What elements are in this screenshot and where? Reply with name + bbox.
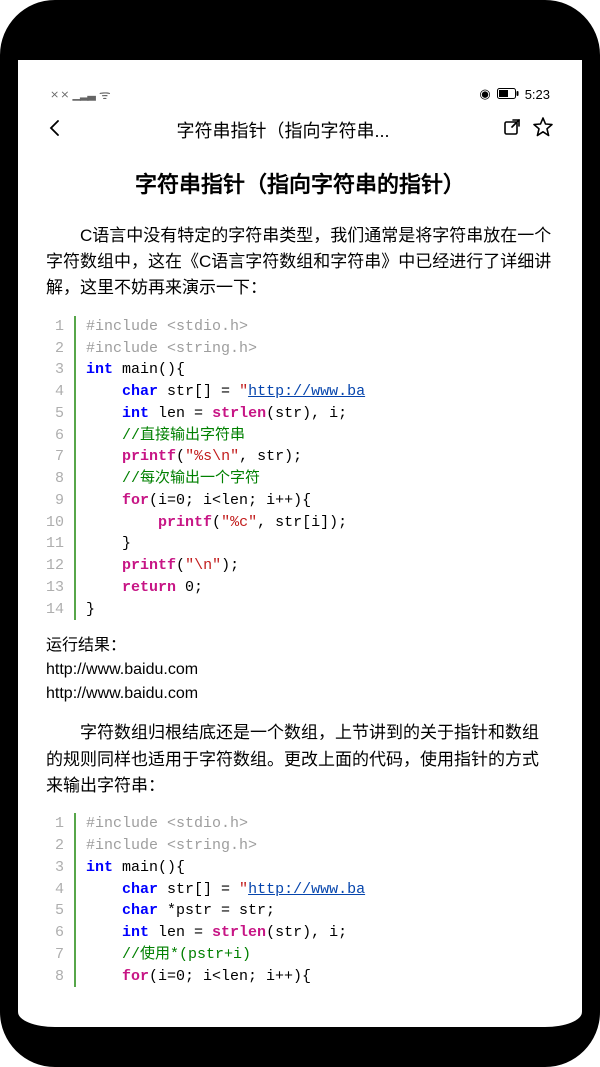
second-paragraph: 字符数组归根结底还是一个数组，上节讲到的关于指针和数组的规则同样也适用于字符数组… (46, 720, 554, 799)
page-title: 字符串指针（指向字符串... (74, 117, 492, 143)
code-block-1: 123 456 789 101112 1314 #include <stdio.… (46, 316, 554, 621)
status-left: ⨯ ⨯ ▁▂▃ ᯤ (50, 85, 111, 103)
screen: ⨯ ⨯ ▁▂▃ ᯤ ◉ 5:23 字符串指针（指向字符串... 字符串指针（指向… (32, 80, 568, 1012)
code-block-2: 123 456 78 #include <stdio.h> #include <… (46, 813, 554, 987)
signal-bars-icon: ▁▂▃ (73, 88, 95, 101)
star-icon[interactable] (532, 116, 554, 144)
result-label: 运行结果： (46, 634, 554, 658)
status-bar: ⨯ ⨯ ▁▂▃ ᯤ ◉ 5:23 (32, 80, 568, 108)
code-body: #include <stdio.h> #include <string.h> i… (76, 813, 554, 987)
header-bar: 字符串指针（指向字符串... (32, 108, 568, 152)
article-title: 字符串指针（指向字符串的指针） (46, 170, 554, 201)
share-icon[interactable] (502, 117, 522, 143)
no-sim-icon: ⨯ ⨯ (50, 88, 69, 101)
line-numbers: 123 456 78 (46, 813, 76, 987)
line-numbers: 123 456 789 101112 1314 (46, 316, 76, 621)
intro-paragraph: C语言中没有特定的字符串类型，我们通常是将字符串放在一个字符数组中，这在《C语言… (46, 223, 554, 302)
code-body: #include <stdio.h> #include <string.h> i… (76, 316, 554, 621)
battery-icon (497, 87, 519, 102)
result-line: http://www.baidu.com (46, 682, 554, 706)
result-block: 运行结果： http://www.baidu.com http://www.ba… (46, 634, 554, 706)
eye-icon: ◉ (479, 86, 490, 102)
clock-time: 5:23 (525, 87, 550, 102)
article-content[interactable]: 字符串指针（指向字符串的指针） C语言中没有特定的字符串类型，我们通常是将字符串… (32, 152, 568, 1001)
status-right: ◉ 5:23 (479, 86, 550, 102)
wifi-icon: ᯤ (99, 85, 111, 103)
back-icon[interactable] (46, 116, 64, 144)
result-line: http://www.baidu.com (46, 658, 554, 682)
